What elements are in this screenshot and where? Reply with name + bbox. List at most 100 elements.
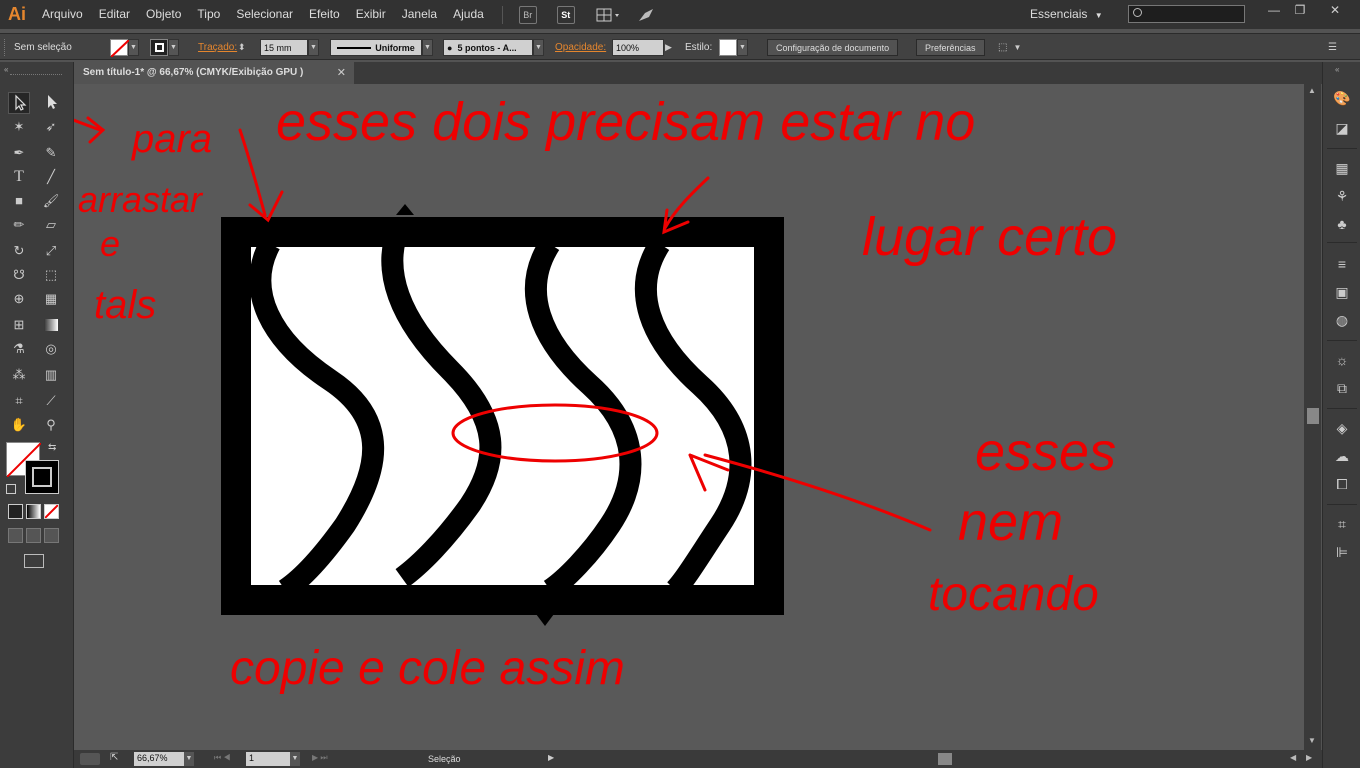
zoom-field[interactable]: 66,67%	[134, 752, 184, 766]
artboard-tool-icon[interactable]: ⌗	[8, 390, 30, 412]
menu-objeto[interactable]: Objeto	[138, 0, 189, 29]
free-transform-tool-icon[interactable]: ⬚	[40, 264, 62, 286]
draw-behind-icon[interactable]	[26, 528, 41, 543]
color-guide-panel-icon[interactable]: ◪	[1332, 118, 1352, 138]
chevron-down-icon[interactable]: ▼	[422, 39, 433, 56]
scroll-up-icon[interactable]: ▲	[1308, 86, 1316, 95]
expand-panels-icon[interactable]: «	[1335, 65, 1339, 74]
gradient-tool-icon[interactable]	[40, 314, 62, 336]
mesh-tool-icon[interactable]: ⊞	[8, 314, 30, 336]
artwork[interactable]	[221, 204, 784, 626]
stroke-swatch[interactable]	[150, 39, 168, 56]
close-icon[interactable]: ✕	[337, 66, 346, 79]
scale-tool-icon[interactable]: ⤢	[40, 240, 62, 262]
control-bar-grip[interactable]	[4, 39, 8, 56]
menu-efeito[interactable]: Efeito	[301, 0, 348, 29]
lasso-tool-icon[interactable]: ➶	[40, 116, 62, 138]
pen-tool-icon[interactable]: ✒	[8, 142, 30, 164]
none-mode-icon[interactable]	[44, 504, 59, 519]
opacity-label[interactable]: Opacidade:	[555, 39, 606, 56]
layers-panel-icon[interactable]: ◈	[1332, 418, 1352, 438]
chevron-down-icon[interactable]: ▼	[737, 39, 748, 56]
panel-menu-icon[interactable]: ☰	[1328, 39, 1337, 56]
color-mode-icon[interactable]	[8, 504, 23, 519]
chevron-down-icon[interactable]: ▼	[533, 39, 544, 56]
brush-definition[interactable]: ● 5 pontos - A...	[443, 39, 533, 56]
graphic-style-swatch[interactable]	[719, 39, 737, 56]
eyedropper-tool-icon[interactable]: ⚗	[8, 338, 30, 360]
swatches-panel-icon[interactable]: ▦	[1332, 158, 1352, 178]
workspace-switcher[interactable]: Essenciais ▼	[1030, 0, 1103, 29]
next-artboard-icon[interactable]: ▶ ⏭	[312, 753, 328, 763]
minimize-button[interactable]: —	[1262, 3, 1286, 19]
blend-tool-icon[interactable]: ◎	[40, 338, 62, 360]
menu-arquivo[interactable]: Arquivo	[34, 0, 91, 29]
toolbox-grip[interactable]	[10, 74, 62, 76]
menu-editar[interactable]: Editar	[91, 0, 138, 29]
swap-fill-stroke-icon[interactable]: ⇆	[48, 442, 56, 453]
menu-ajuda[interactable]: Ajuda	[445, 0, 492, 29]
transparency-panel-icon[interactable]: ◍	[1332, 310, 1352, 330]
fill-swatch[interactable]	[110, 39, 129, 57]
chevron-down-icon[interactable]: ▼	[184, 752, 194, 766]
hand-tool-icon[interactable]: ✋	[8, 414, 30, 436]
horizontal-scroll-thumb[interactable]	[938, 753, 952, 765]
arrange-documents-icon[interactable]	[595, 6, 623, 24]
type-tool-icon[interactable]: T	[8, 166, 30, 188]
shape-builder-tool-icon[interactable]: ⊕	[8, 288, 30, 310]
stroke-stepper-icon[interactable]: ⬍	[238, 39, 258, 56]
artboard-canvas[interactable]: para arrastar e tals esses dois precisam…	[74, 84, 1304, 750]
artboard-frame[interactable]	[221, 217, 784, 615]
draw-normal-icon[interactable]	[8, 528, 23, 543]
zoom-tool-icon[interactable]: ⚲	[40, 414, 62, 436]
fill-color-control[interactable]: ▼	[110, 39, 139, 57]
help-search-input[interactable]	[1128, 5, 1245, 23]
stroke-weight-field[interactable]: 15 mm	[260, 39, 308, 56]
stroke-label[interactable]: Traçado:	[198, 39, 237, 56]
opacity-arrow-icon[interactable]: ▶	[665, 39, 677, 56]
asset-export-panel-icon[interactable]: ⧠	[1332, 474, 1352, 494]
restore-button[interactable]: ❐	[1288, 3, 1312, 19]
stock-button[interactable]: St	[556, 5, 575, 24]
gpu-performance-icon[interactable]	[635, 6, 657, 24]
menu-selecionar[interactable]: Selecionar	[228, 0, 301, 29]
chevron-down-icon[interactable]: ▼	[168, 39, 179, 56]
variable-width-profile[interactable]: Uniforme	[330, 39, 422, 56]
rectangle-tool-icon[interactable]: ■	[8, 190, 30, 212]
graphic-styles-panel-icon[interactable]: ⧉	[1332, 378, 1352, 398]
document-setup-button[interactable]: Configuração de documento	[767, 39, 899, 56]
scroll-left-icon[interactable]: ◀	[1290, 753, 1296, 762]
vertical-scrollbar[interactable]: ▲ ▼	[1304, 84, 1321, 750]
bridge-button[interactable]: Br	[518, 5, 537, 24]
export-icon[interactable]: ⇱	[110, 752, 118, 763]
gpu-icon[interactable]	[80, 753, 100, 765]
transform-panel-icon[interactable]: ⌗	[1332, 514, 1352, 534]
close-window-button[interactable]: ✕	[1318, 3, 1352, 19]
appearance-panel-icon[interactable]: ☼	[1332, 350, 1352, 370]
align-panel-icon[interactable]: ⊫	[1332, 542, 1352, 562]
scroll-right-icon[interactable]: ▶	[1306, 753, 1312, 762]
eraser-tool-icon[interactable]: ▱	[40, 214, 62, 236]
chevron-down-icon[interactable]: ▼	[290, 752, 300, 766]
symbols-panel-icon[interactable]: ♣	[1332, 214, 1352, 234]
pencil-tool-icon[interactable]: ✏	[8, 214, 30, 236]
brushes-panel-icon[interactable]: ⚘	[1332, 186, 1352, 206]
document-tab[interactable]: Sem título-1* @ 66,67% (CMYK/Exibição GP…	[74, 62, 354, 84]
gradient-panel-icon[interactable]: ▣	[1332, 282, 1352, 302]
preferences-button[interactable]: Preferências	[916, 39, 985, 56]
first-artboard-icon[interactable]: ⏮ ◀	[214, 753, 231, 763]
status-menu-icon[interactable]: ▶	[548, 753, 554, 762]
chevron-down-icon[interactable]: ▼	[308, 39, 319, 56]
menu-tipo[interactable]: Tipo	[189, 0, 228, 29]
menu-janela[interactable]: Janela	[394, 0, 445, 29]
slice-tool-icon[interactable]: ⟋	[40, 390, 62, 412]
stroke-panel-icon[interactable]: ≡	[1332, 254, 1352, 274]
arrange-icon[interactable]: ⬚ ▼	[998, 39, 1021, 56]
default-colors-icon[interactable]	[6, 484, 16, 494]
libraries-panel-icon[interactable]: ☁	[1332, 446, 1352, 466]
draw-inside-icon[interactable]	[44, 528, 59, 543]
stroke-color-control[interactable]: ▼	[150, 39, 179, 56]
rotate-tool-icon[interactable]: ↻	[8, 240, 30, 262]
perspective-grid-tool-icon[interactable]: ▦	[40, 288, 62, 310]
direct-selection-tool-icon[interactable]	[40, 92, 62, 114]
